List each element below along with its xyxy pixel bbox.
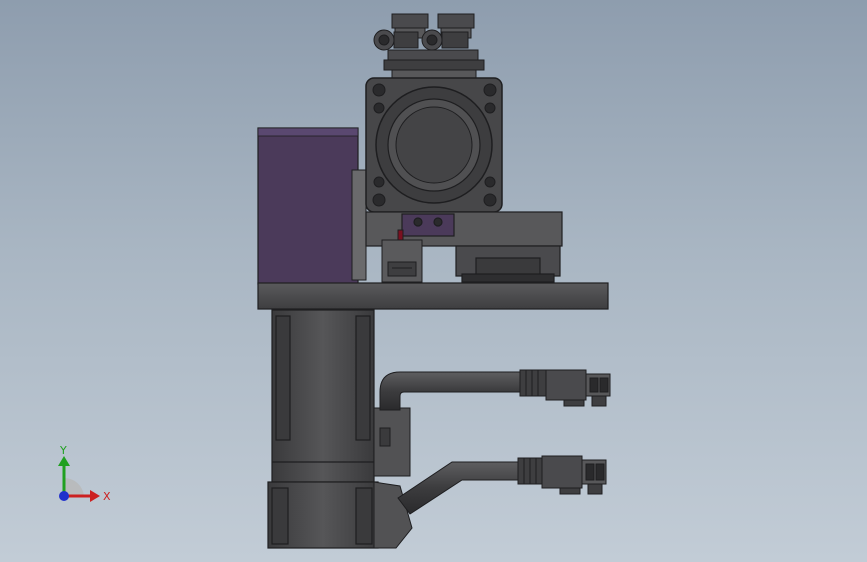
lower-connector[interactable] [541,455,607,495]
upper-cable [379,369,547,411]
upper-connector[interactable] [545,369,611,407]
z-axis-dot-icon [59,491,69,501]
x-axis-label: X [103,490,111,503]
flange-motor [365,77,503,213]
motor-connector-blocks [373,407,413,549]
pneumatic-fittings [373,13,485,79]
cad-model-view[interactable]: Y X [0,0,867,562]
purple-side-panel [257,127,367,285]
cad-viewport[interactable]: Y X [0,0,867,562]
base-plate [257,282,609,310]
y-axis-label: Y [59,444,67,457]
lower-cable [397,457,543,515]
stepper-motor-body [267,309,379,549]
y-arrowhead-icon [58,456,70,466]
x-arrowhead-icon [90,490,100,502]
orientation-triad[interactable]: Y X [58,444,111,503]
